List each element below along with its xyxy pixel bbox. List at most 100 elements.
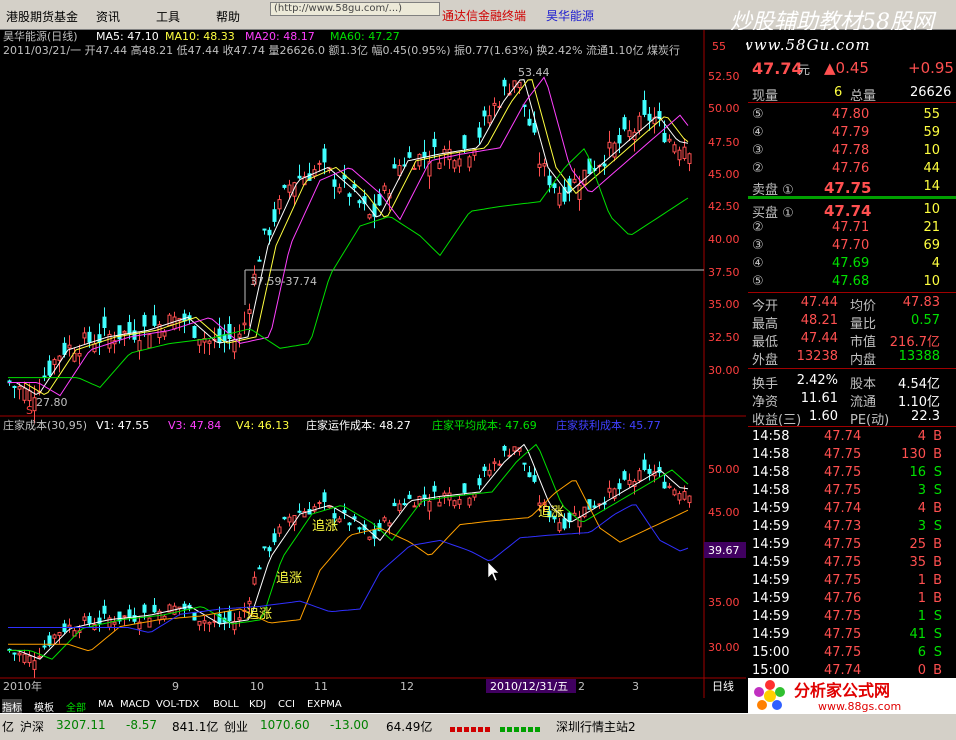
- price-tick: 30.00: [708, 364, 740, 377]
- level-volume: 4: [931, 256, 940, 271]
- ma10-label: MA10: 48.33: [165, 30, 235, 43]
- tick-side: B: [933, 573, 942, 588]
- tick-row[interactable]: 14:58 47.75 16 S: [748, 464, 956, 482]
- tick-price: 47.75: [824, 627, 862, 642]
- indicator-tab[interactable]: 指标: [2, 699, 22, 714]
- range-annotation: 37.59-37.74: [250, 275, 317, 288]
- stat-value: 22.3: [911, 409, 940, 424]
- site-logo: 分析家公式网 www.88gs.com: [748, 678, 956, 714]
- tick-side: B: [933, 591, 942, 606]
- level-volume: 21: [923, 220, 940, 235]
- tick-price: 47.75: [824, 573, 862, 588]
- level-volume: 69: [923, 238, 940, 253]
- tick-row[interactable]: 14:59 47.75 1 B: [748, 572, 956, 590]
- indicator-tab[interactable]: EXPMA: [307, 699, 342, 710]
- kline-chart-area[interactable]: 昊华能源(日线) MA5: 47.10 MA10: 48.33 MA20: 48…: [0, 29, 746, 698]
- bid-level[interactable]: ② 47.71 21: [748, 219, 956, 237]
- marquee-text: 通达信金融终端: [442, 9, 527, 23]
- quote-panel: 47.74 元 ▲0.45 +0.95 现量 6 总量 26626 ⑤ 47.80…: [748, 56, 956, 698]
- tick-row[interactable]: 14:59 47.75 1 S: [748, 608, 956, 626]
- kline-chart[interactable]: 昊华能源(日线) MA5: 47.10 MA10: 48.33 MA20: 48…: [0, 29, 746, 698]
- tick-time: 15:00: [752, 663, 790, 678]
- chase-label: 追涨: [246, 606, 272, 622]
- ask-level[interactable]: 卖盘 ① 47.75 14: [748, 178, 956, 198]
- indicator-tab[interactable]: CCI: [278, 699, 295, 710]
- cy-amount: 64.49亿: [386, 720, 433, 734]
- chase-label: 追涨: [276, 570, 302, 586]
- stat-value: 2.42%: [796, 373, 838, 388]
- tick-side: S: [933, 519, 942, 534]
- tick-volume: 4: [917, 429, 926, 444]
- brand-strip: www.58Gu.com: [740, 30, 956, 56]
- tick-price: 47.74: [824, 663, 862, 678]
- indicator-tab[interactable]: KDJ: [249, 699, 266, 710]
- tick-row[interactable]: 14:59 47.74 4 B: [748, 500, 956, 518]
- tick-volume: 41: [909, 627, 926, 642]
- bid-level[interactable]: ④ 47.69 4: [748, 255, 956, 273]
- market-strength-bars-icon: [450, 720, 546, 737]
- indicator-tab[interactable]: MACD: [120, 699, 150, 710]
- tick-volume: 1: [917, 573, 926, 588]
- ask-level[interactable]: ④ 47.79 59: [748, 124, 956, 142]
- indicator-tab[interactable]: VOL-TDX: [156, 699, 199, 710]
- stat-value: 47.83: [902, 295, 940, 310]
- menu-help[interactable]: 帮助: [216, 8, 240, 25]
- tick-row[interactable]: 14:59 47.73 3 S: [748, 518, 956, 536]
- tick-row[interactable]: 14:58 47.75 3 S: [748, 482, 956, 500]
- indicator-tab[interactable]: BOLL: [213, 699, 239, 710]
- tick-row[interactable]: 14:59 47.75 41 S: [748, 626, 956, 644]
- level-label: ④: [752, 256, 764, 271]
- price-tick: 47.50: [708, 136, 740, 149]
- price-tick: 35.00: [708, 298, 740, 311]
- period-label[interactable]: 日线: [712, 679, 734, 693]
- stat-row: 换手 2.42% 股本 4.54亿: [748, 372, 956, 392]
- price-tick: 55: [712, 40, 726, 53]
- cy-label: 创业: [224, 720, 249, 734]
- level-volume: 10: [923, 143, 940, 158]
- tick-price: 47.75: [824, 609, 862, 624]
- status-bar: 亿 沪深 3207.11 -8.57 841.1亿 创业 1070.60 -13…: [0, 713, 956, 740]
- level-price: 47.68: [832, 274, 870, 289]
- tick-row[interactable]: 14:58 47.75 130 B: [748, 446, 956, 464]
- tick-volume: 3: [917, 483, 926, 498]
- price-change: ▲0.45: [824, 59, 869, 77]
- ma20-label: MA20: 48.17: [245, 30, 315, 43]
- indicator-tab[interactable]: 全部: [66, 699, 86, 714]
- tick-row[interactable]: 14:59 47.75 25 B: [748, 536, 956, 554]
- indicator-tab[interactable]: 模板: [34, 699, 54, 714]
- price-tick: 40.00: [708, 233, 740, 246]
- ask-level[interactable]: ⑤ 47.80 55: [748, 106, 956, 124]
- v4-label: V4: 46.13: [236, 419, 289, 432]
- tick-row[interactable]: 15:00 47.75 6 S: [748, 644, 956, 662]
- lower-tick: 50.00: [708, 463, 740, 476]
- tick-time: 14:59: [752, 537, 790, 552]
- ma60-label: MA60: 47.27: [330, 30, 400, 43]
- ask-level[interactable]: ③ 47.78 10: [748, 142, 956, 160]
- bid-level[interactable]: ⑤ 47.68 10: [748, 273, 956, 291]
- lower-axis: 50.00 45.00 35.00 30.00: [708, 463, 740, 654]
- stat-row: 收益(三) 1.60 PE(动) 22.3: [748, 408, 956, 428]
- tick-price: 47.75: [824, 555, 862, 570]
- bid-level[interactable]: 买盘 ① 47.74 10: [748, 201, 956, 221]
- level-label: ④: [752, 125, 764, 140]
- current-volume: 6: [834, 85, 843, 100]
- indicator-tab[interactable]: MA: [98, 699, 113, 710]
- tick-row[interactable]: 14:59 47.76 1 B: [748, 590, 956, 608]
- price-change-pct: +0.95: [908, 59, 954, 77]
- menu-news[interactable]: 资讯: [96, 8, 120, 25]
- tick-price: 47.74: [824, 501, 862, 516]
- tick-time: 14:59: [752, 519, 790, 534]
- menu-hk-futures[interactable]: 港股期货基金: [6, 8, 78, 25]
- tick-row[interactable]: 14:59 47.75 35 B: [748, 554, 956, 572]
- tick-volume: 1: [917, 591, 926, 606]
- bid-level[interactable]: ③ 47.70 69: [748, 237, 956, 255]
- server-name[interactable]: 深圳行情主站2: [556, 718, 636, 735]
- menu-tools[interactable]: 工具: [156, 8, 180, 25]
- tick-row[interactable]: 14:58 47.74 4 B: [748, 428, 956, 446]
- stat-label: 外盘: [752, 353, 779, 368]
- level-label: ⑤: [752, 274, 764, 289]
- tick-side: B: [933, 537, 942, 552]
- logo-site: www.88gs.com: [818, 700, 901, 713]
- lower-tick: 45.00: [708, 506, 740, 519]
- ask-level[interactable]: ② 47.76 44: [748, 160, 956, 178]
